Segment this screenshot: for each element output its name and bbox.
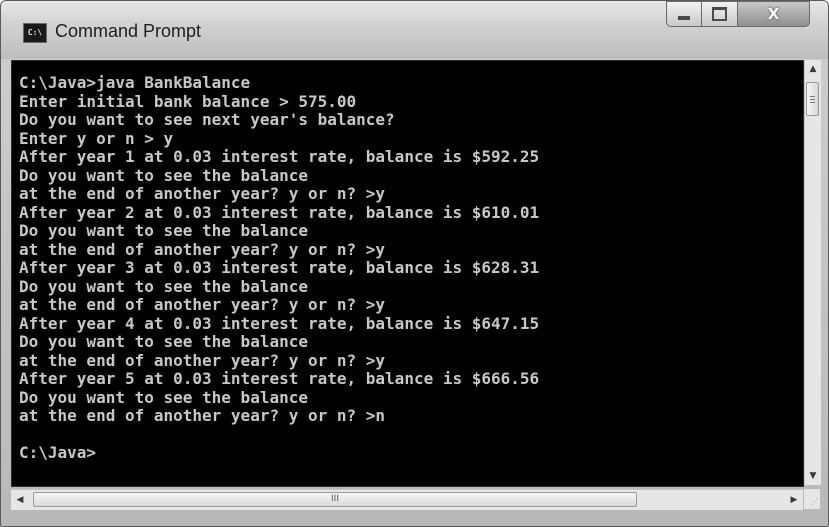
scroll-up-icon[interactable]: ▲ xyxy=(805,60,821,78)
minimize-button[interactable] xyxy=(666,1,702,27)
console-line: at the end of another year? y or n? >y xyxy=(19,295,386,314)
maximize-button[interactable] xyxy=(702,1,738,27)
close-icon: X xyxy=(767,5,780,23)
horizontal-scrollbar[interactable]: ◀ III ▶ xyxy=(11,489,803,510)
console-line: Do you want to see the balance xyxy=(19,332,308,351)
console-line: C:\Java>java BankBalance xyxy=(19,73,251,92)
console-line: After year 3 at 0.03 interest rate, bala… xyxy=(19,258,540,277)
window-title: Command Prompt xyxy=(55,21,202,41)
scroll-left-icon[interactable]: ◀ xyxy=(11,490,29,510)
console-line: After year 1 at 0.03 interest rate, bala… xyxy=(19,147,540,166)
console-line: at the end of another year? y or n? >y xyxy=(19,350,386,370)
title-bar[interactable]: C:\ Command Prompt X xyxy=(1,1,828,59)
grip-line xyxy=(810,96,815,97)
console-line: Do you want to see the balance xyxy=(19,387,308,407)
minimize-icon xyxy=(678,16,690,20)
console-line: Do you want to see next year's balance? xyxy=(19,110,395,129)
console-line: at the end of another year? y or n? >y xyxy=(19,184,386,203)
console-line: Enter y or n > y xyxy=(19,128,174,148)
vertical-scrollbar[interactable]: ▲ ▼ xyxy=(804,60,821,485)
console-line: Enter initial bank balance > 575.00 xyxy=(19,91,357,111)
console-line: Do you want to see the balance xyxy=(19,165,308,185)
resize-grip-icon: ⋰ xyxy=(810,497,818,506)
scroll-down-icon[interactable]: ▼ xyxy=(805,467,821,485)
scroll-right-icon[interactable]: ▶ xyxy=(785,490,803,510)
console-line: Do you want to see the balance xyxy=(19,221,308,240)
console-text: C:\Java>java BankBalance Enter initial ba… xyxy=(12,61,803,463)
console-line: at the end of another year? y or n? >y xyxy=(19,239,386,259)
resize-grip[interactable]: ⋰ xyxy=(804,489,820,509)
caption-buttons: X xyxy=(666,1,822,29)
maximize-icon xyxy=(712,7,727,21)
vertical-scroll-thumb[interactable] xyxy=(806,82,819,116)
grip-line xyxy=(810,102,815,103)
close-button[interactable]: X xyxy=(738,1,810,27)
console-line: Do you want to see the balance xyxy=(19,276,308,296)
grip-line xyxy=(810,99,815,100)
command-prompt-window: C:\ Command Prompt X C:\Java>java BankBa… xyxy=(0,0,829,527)
console-output[interactable]: C:\Java>java BankBalance Enter initial ba… xyxy=(11,60,804,487)
console-line: at the end of another year? y or n? >n xyxy=(19,406,386,425)
console-line: After year 5 at 0.03 interest rate, bala… xyxy=(19,369,540,388)
horizontal-scroll-thumb[interactable]: III xyxy=(33,492,637,507)
thumb-grip-icon: III xyxy=(331,494,339,504)
console-line: After year 4 at 0.03 interest rate, bala… xyxy=(19,313,540,333)
cmd-icon[interactable]: C:\ xyxy=(23,23,47,43)
console-line: C:\Java> xyxy=(19,443,97,462)
console-line: After year 2 at 0.03 interest rate, bala… xyxy=(19,202,540,222)
